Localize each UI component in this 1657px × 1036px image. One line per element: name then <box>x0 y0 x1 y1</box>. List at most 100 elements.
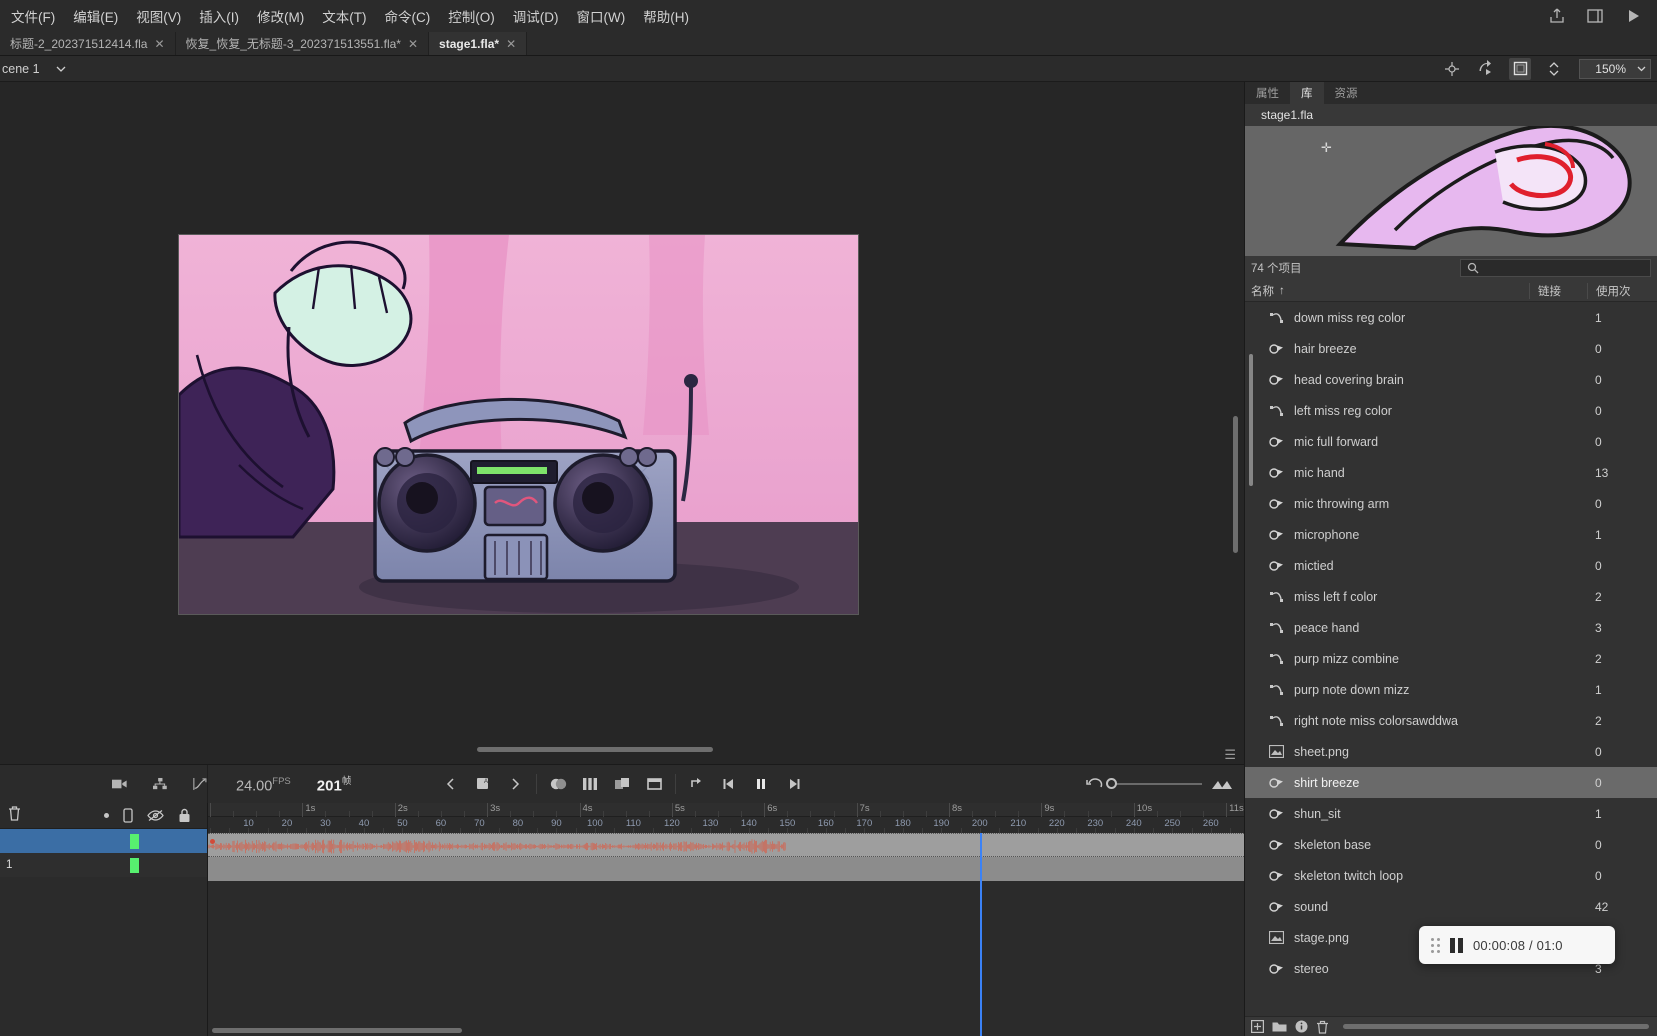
library-search-box[interactable] <box>1459 259 1651 277</box>
zoom-control[interactable]: 150% <box>1579 58 1651 79</box>
delete-icon[interactable] <box>1316 1020 1329 1034</box>
menu-commands[interactable]: 命令(C) <box>376 2 440 30</box>
properties-icon[interactable] <box>1295 1020 1308 1033</box>
step-back-icon[interactable] <box>713 769 745 799</box>
prev-keyframe-icon[interactable] <box>435 769 467 799</box>
library-footer-scrollbar[interactable] <box>1343 1024 1649 1029</box>
modify-onion-markers-icon[interactable] <box>638 769 670 799</box>
library-preview[interactable]: ✛ <box>1245 126 1657 256</box>
close-icon[interactable]: ✕ <box>408 37 418 51</box>
scene-selector-label[interactable]: cene 1 <box>2 62 40 76</box>
close-icon[interactable]: ✕ <box>506 37 516 51</box>
anchor-point-icon[interactable] <box>1441 58 1463 80</box>
column-name[interactable]: 名称 ↑ <box>1245 283 1529 299</box>
onion-skin-icon[interactable] <box>542 769 574 799</box>
undo-loop-icon[interactable] <box>1086 777 1104 791</box>
library-item-row[interactable]: purp mizz combine 2 <box>1245 643 1657 674</box>
tab-properties[interactable]: 属性 <box>1245 82 1290 104</box>
stage-area[interactable]: ☰ <box>0 82 1244 764</box>
library-item-row[interactable]: mictied 0 <box>1245 550 1657 581</box>
column-use-count[interactable]: 使用次 <box>1587 282 1657 299</box>
doctab-2[interactable]: stage1.fla* ✕ <box>429 32 528 55</box>
library-item-row[interactable]: right note miss colorsawddwa 2 <box>1245 705 1657 736</box>
new-symbol-icon[interactable] <box>1251 1020 1264 1033</box>
camera-icon[interactable] <box>112 777 127 791</box>
library-item-row[interactable]: down miss reg color 1 <box>1245 302 1657 333</box>
next-keyframe-icon[interactable] <box>499 769 531 799</box>
stage-vertical-scrollbar[interactable] <box>1233 416 1238 553</box>
library-item-row[interactable]: skeleton twitch loop 0 <box>1245 860 1657 891</box>
screen-recorder-widget[interactable]: 00:00:08 / 01:0 <box>1419 926 1615 964</box>
eye-off-icon[interactable] <box>147 809 164 822</box>
insert-keyframe-icon[interactable]: A <box>467 769 499 799</box>
library-list-scrollbar[interactable] <box>1249 354 1253 486</box>
library-item-row[interactable]: sound 42 <box>1245 891 1657 922</box>
stage-panel-menu-icon[interactable]: ☰ <box>1224 747 1236 763</box>
doctab-1[interactable]: 恢复_恢复_无标题-3_202371513551.fla* ✕ <box>175 32 430 55</box>
menu-control[interactable]: 控制(O) <box>439 2 504 30</box>
menu-file[interactable]: 文件(F) <box>2 2 64 30</box>
library-item-row[interactable]: sheet.png 0 <box>1245 736 1657 767</box>
library-item-row[interactable]: skeleton base 0 <box>1245 829 1657 860</box>
layer-row[interactable]: 1 <box>0 853 207 877</box>
playhead[interactable] <box>979 833 982 1036</box>
menu-text[interactable]: 文本(T) <box>313 2 375 30</box>
tab-assets[interactable]: 资源 <box>1324 82 1369 104</box>
zoom-value[interactable]: 150% <box>1580 62 1632 76</box>
menu-modify[interactable]: 修改(M) <box>248 2 313 30</box>
empty-track[interactable] <box>208 857 1244 881</box>
outline-icon[interactable] <box>123 808 133 823</box>
library-item-row[interactable]: head covering brain 0 <box>1245 364 1657 395</box>
frame-count-display[interactable]: 201帧 <box>317 773 352 795</box>
menu-window[interactable]: 窗口(W) <box>568 2 635 30</box>
pause-icon[interactable] <box>1450 937 1463 953</box>
dot-icon[interactable] <box>104 813 109 818</box>
workspace-icon[interactable] <box>1585 6 1605 26</box>
step-forward-icon[interactable] <box>777 769 809 799</box>
layer-parent-icon[interactable] <box>153 777 168 791</box>
menu-view[interactable]: 视图(V) <box>127 2 190 30</box>
timeline-horizontal-scrollbar[interactable] <box>212 1028 462 1033</box>
share-icon[interactable] <box>1547 6 1567 26</box>
menu-help[interactable]: 帮助(H) <box>634 2 698 30</box>
library-item-row[interactable]: microphone 1 <box>1245 519 1657 550</box>
library-item-row[interactable]: purp note down mizz 1 <box>1245 674 1657 705</box>
frames-track-area[interactable] <box>208 833 1244 1036</box>
menu-insert[interactable]: 插入(I) <box>190 2 248 30</box>
menu-edit[interactable]: 编辑(E) <box>64 2 127 30</box>
close-icon[interactable]: ✕ <box>154 37 164 51</box>
pause-icon[interactable] <box>745 769 777 799</box>
sound-track[interactable] <box>208 833 1244 857</box>
library-item-row[interactable]: mic throwing arm 0 <box>1245 488 1657 519</box>
drag-handle-icon[interactable] <box>1431 937 1440 953</box>
library-item-row[interactable]: mic full forward 0 <box>1245 426 1657 457</box>
timeline-frames-ruler[interactable]: 10 20 30 40 50 60 70 80 90 100 110 120 130 140 150 160 1… <box>208 817 1251 833</box>
lock-icon[interactable] <box>178 808 191 823</box>
library-item-list[interactable]: down miss reg color 1 hair breeze 0 head cov… <box>1245 302 1657 1016</box>
onion-outline-icon[interactable] <box>574 769 606 799</box>
library-item-row[interactable]: shirt breeze 0 <box>1245 767 1657 798</box>
fps-display[interactable]: 24.00FPS <box>236 776 291 795</box>
frame-size-slider[interactable] <box>1106 778 1202 789</box>
chevron-down-icon[interactable] <box>54 62 68 76</box>
play-icon[interactable] <box>1623 6 1643 26</box>
library-item-row[interactable]: mic hand 13 <box>1245 457 1657 488</box>
menu-debug[interactable]: 调试(D) <box>504 2 568 30</box>
slider-knob[interactable] <box>1106 778 1117 789</box>
library-item-row[interactable]: hair breeze 0 <box>1245 333 1657 364</box>
library-item-row[interactable]: shun_sit 1 <box>1245 798 1657 829</box>
library-item-row[interactable]: miss left f color 2 <box>1245 581 1657 612</box>
loop-playback-icon[interactable] <box>681 769 713 799</box>
stepper-icon[interactable] <box>1543 58 1565 80</box>
stage-canvas[interactable] <box>178 234 859 615</box>
graph-editor-icon[interactable] <box>193 776 207 792</box>
layer-row[interactable] <box>0 829 207 853</box>
library-item-row[interactable]: left miss reg color 0 <box>1245 395 1657 426</box>
edit-multiple-frames-icon[interactable] <box>606 769 638 799</box>
timeline-seconds-ruler[interactable]: 1s 2s 3s 4s 5s 6s 7s 8s 9s 10s 11s <box>208 803 1251 817</box>
delete-layer-icon[interactable] <box>0 805 22 826</box>
stage-horizontal-scrollbar[interactable] <box>477 747 713 752</box>
resize-frames-icon[interactable] <box>1210 778 1232 790</box>
column-link[interactable]: 链接 <box>1529 282 1587 299</box>
crop-stage-icon[interactable] <box>1509 57 1531 80</box>
